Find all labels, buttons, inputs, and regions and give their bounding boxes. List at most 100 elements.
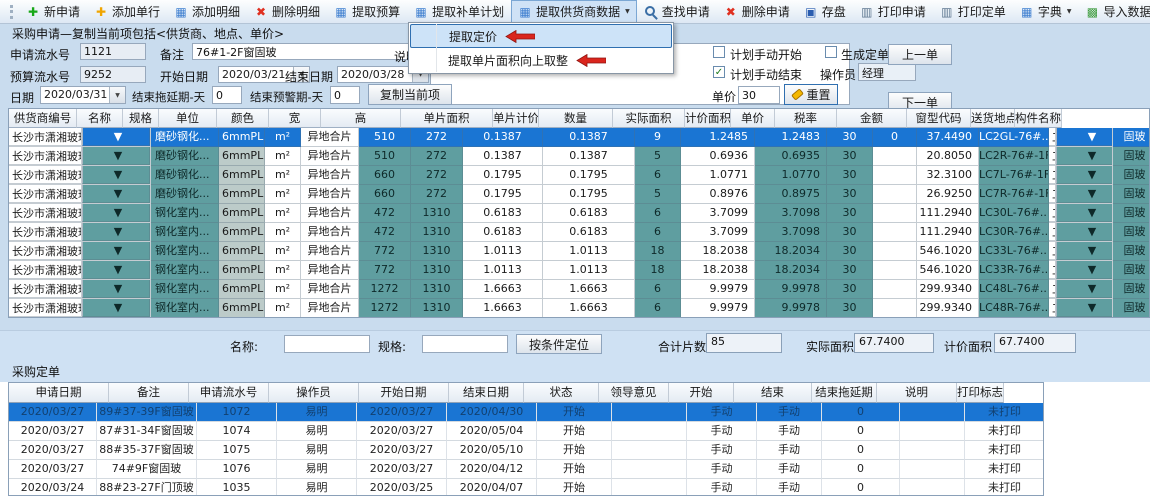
supplier-combo-cell[interactable]: 长沙市潇湘玻璃实...▼: [9, 280, 151, 299]
supplier-combo-cell[interactable]: 长沙市潇湘玻璃实...▼: [9, 299, 151, 318]
supplier-combo-cell[interactable]: 长沙市潇湘玻璃实...▼: [9, 223, 151, 242]
chevron-down-icon[interactable]: ▼: [1056, 261, 1113, 279]
chevron-down-icon[interactable]: ▼: [82, 147, 150, 165]
grid-column-header[interactable]: 实际面积: [613, 109, 685, 128]
grid-column-header[interactable]: 供货商编号: [9, 109, 77, 128]
chevron-down-icon[interactable]: ▼: [1056, 185, 1113, 203]
toolbar-button[interactable]: 查找申请 ▼: [637, 0, 717, 23]
orders-column-header[interactable]: 打印标志: [957, 383, 1004, 403]
chevron-down-icon[interactable]: ▼: [82, 280, 150, 298]
chevron-down-icon[interactable]: ▼: [82, 242, 150, 260]
grid-column-header[interactable]: 名称: [77, 109, 123, 128]
date-combo[interactable]: 2020/03/31▼: [40, 86, 126, 104]
menu-item[interactable]: 提取定价: [410, 24, 672, 48]
orders-column-header[interactable]: 结束: [734, 383, 812, 403]
table-row[interactable]: 2020/03/27 87#31-34F窗固玻 1074 易明 2020/03/…: [9, 422, 1043, 441]
copy-current-button[interactable]: 复制当前项: [368, 84, 452, 105]
chevron-down-icon[interactable]: ▼: [109, 87, 125, 103]
operator-field[interactable]: 经理: [858, 63, 916, 81]
chevron-down-icon[interactable]: ▼: [1056, 147, 1113, 165]
table-row[interactable]: 2020/03/27 88#35-37F窗固玻 1075 易明 2020/03/…: [9, 441, 1043, 460]
grid-column-header[interactable]: 窗型代码: [907, 109, 971, 128]
orders-column-header[interactable]: 开始: [669, 383, 734, 403]
orders-column-header[interactable]: 备注: [109, 383, 189, 403]
table-row[interactable]: 2020/03/24 88#23-27F门顶玻 1035 易明 2020/03/…: [9, 479, 1043, 496]
table-row[interactable]: 长沙市潇湘玻璃实...▼ 钢化室内... 6mmPLE... m² 异地合片 4…: [9, 223, 1149, 242]
grid-column-header[interactable]: 数量: [539, 109, 613, 128]
supplier-combo-cell[interactable]: 长沙市潇湘玻璃实...▼: [9, 242, 151, 261]
toolbar-button[interactable]: 删除申请 ▼: [717, 0, 797, 23]
chevron-down-icon[interactable]: ▼: [82, 261, 150, 279]
filter-name-input[interactable]: [284, 335, 370, 353]
toolbar-button[interactable]: 导入数据 ▼: [1078, 0, 1150, 23]
supplier-combo-cell[interactable]: 长沙市潇湘玻璃实...▼: [9, 166, 151, 185]
chevron-down-icon[interactable]: ▼: [1056, 242, 1113, 260]
chevron-down-icon[interactable]: ▼: [82, 185, 150, 203]
orders-column-header[interactable]: 申请流水号: [189, 383, 269, 403]
table-row[interactable]: 长沙市潇湘玻璃实...▼ 磨砂钢化... 6mmPLE... m² 异地合片 6…: [9, 166, 1149, 185]
delivery-combo-cell[interactable]: 工厂使用▼: [1049, 147, 1113, 166]
orders-column-header[interactable]: 操作员: [269, 383, 359, 403]
filter-spec-input[interactable]: [422, 335, 508, 353]
reset-button[interactable]: 重置: [784, 84, 838, 105]
grid-column-header[interactable]: 单价: [731, 109, 775, 128]
toolbar-button[interactable]: 打印定单 ▼: [933, 0, 1013, 23]
toolbar-button[interactable]: 提取补单计划 ▼: [407, 0, 511, 23]
table-row[interactable]: 2020/03/27 74#9F窗固玻 1076 易明 2020/03/27 2…: [9, 460, 1043, 479]
end-warn-field[interactable]: [330, 86, 360, 104]
delivery-combo-cell[interactable]: 工厂使用▼: [1049, 261, 1113, 280]
supplier-combo-cell[interactable]: 长沙市潇湘玻璃实...▼: [9, 128, 151, 147]
chevron-down-icon[interactable]: ▼: [1056, 280, 1113, 298]
generate-order-checkbox[interactable]: [825, 46, 837, 58]
chevron-down-icon[interactable]: ▼: [82, 204, 150, 222]
delivery-combo-cell[interactable]: 工厂使用▼: [1049, 242, 1113, 261]
table-row[interactable]: 长沙市潇湘玻璃实...▼ 钢化室内... 6mmPLE... m² 异地合片 1…: [9, 299, 1149, 318]
delivery-combo-cell[interactable]: 工厂使用▼: [1049, 204, 1113, 223]
orders-column-header[interactable]: 说明: [877, 383, 957, 403]
grid-column-header[interactable]: 送货地点: [971, 109, 1015, 128]
chevron-down-icon[interactable]: ▼: [82, 299, 150, 317]
toolbar-button[interactable]: 存盘 ▼: [797, 0, 853, 23]
grid-column-header[interactable]: 颜色: [217, 109, 269, 128]
chevron-down-icon[interactable]: ▼: [82, 223, 150, 241]
toolbar-button[interactable]: 字典 ▼: [1013, 0, 1079, 23]
chevron-down-icon[interactable]: ▼: [82, 166, 150, 184]
table-row[interactable]: 长沙市潇湘玻璃实...▼ 钢化室内... 6mmPLE... m² 异地合片 4…: [9, 204, 1149, 223]
grid-column-header[interactable]: 高: [321, 109, 401, 128]
grid-column-header[interactable]: 规格: [123, 109, 159, 128]
toolbar-button[interactable]: 打印申请 ▼: [853, 0, 933, 23]
supplier-combo-cell[interactable]: 长沙市潇湘玻璃实...▼: [9, 147, 151, 166]
toolbar-button[interactable]: 添加单行 ▼: [87, 0, 167, 23]
chevron-down-icon[interactable]: ▼: [1056, 299, 1113, 317]
chevron-down-icon[interactable]: ▼: [1056, 204, 1113, 222]
toolbar-button[interactable]: 提取预算 ▼: [327, 0, 407, 23]
grid-column-header[interactable]: 税率: [775, 109, 837, 128]
grid-column-header[interactable]: 单片计价面积: [493, 109, 539, 128]
locate-button[interactable]: 按条件定位: [516, 334, 602, 354]
table-row[interactable]: 长沙市潇湘玻璃实...▼ 磨砂钢化... 6mmPLE... m² 异地合片 6…: [9, 185, 1149, 204]
table-row[interactable]: 2020/03/27 89#37-39F窗固玻 1072 易明 2020/03/…: [9, 403, 1043, 422]
prev-order-button[interactable]: 上一单: [888, 44, 952, 65]
chevron-down-icon[interactable]: ▼: [1056, 128, 1113, 146]
chevron-down-icon[interactable]: ▼: [82, 128, 150, 146]
table-row[interactable]: 长沙市潇湘玻璃实...▼ 钢化室内... 6mmPLE... m² 异地合片 7…: [9, 261, 1149, 280]
toolbar-button[interactable]: 添加明细 ▼: [167, 0, 247, 23]
grid-column-header[interactable]: 构件名称: [1015, 109, 1062, 128]
grid-column-header[interactable]: 计价面积: [685, 109, 731, 128]
grid-column-header[interactable]: 宽: [269, 109, 321, 128]
table-row[interactable]: 长沙市潇湘玻璃实...▼ 钢化室内... 6mmPLE... m² 异地合片 1…: [9, 280, 1149, 299]
end-delay-field[interactable]: [212, 86, 242, 104]
orders-column-header[interactable]: 领导意见: [599, 383, 669, 403]
supplier-combo-cell[interactable]: 长沙市潇湘玻璃实...▼: [9, 204, 151, 223]
toolbar-button[interactable]: 新申请 ▼: [19, 0, 87, 23]
delivery-combo-cell[interactable]: 工厂使用▼: [1049, 299, 1113, 318]
delivery-combo-cell[interactable]: 工厂使用▼: [1049, 185, 1113, 204]
delivery-combo-cell[interactable]: 工厂使用▼: [1049, 223, 1113, 242]
supplier-combo-cell[interactable]: 长沙市潇湘玻璃实...▼: [9, 261, 151, 280]
orders-column-header[interactable]: 结束日期: [449, 383, 524, 403]
orders-column-header[interactable]: 状态: [524, 383, 599, 403]
toolbar-button[interactable]: 删除明细 ▼: [247, 0, 327, 23]
orders-column-header[interactable]: 申请日期: [9, 383, 109, 403]
manual-start-checkbox[interactable]: [713, 46, 725, 58]
request-no-field[interactable]: [80, 43, 146, 60]
